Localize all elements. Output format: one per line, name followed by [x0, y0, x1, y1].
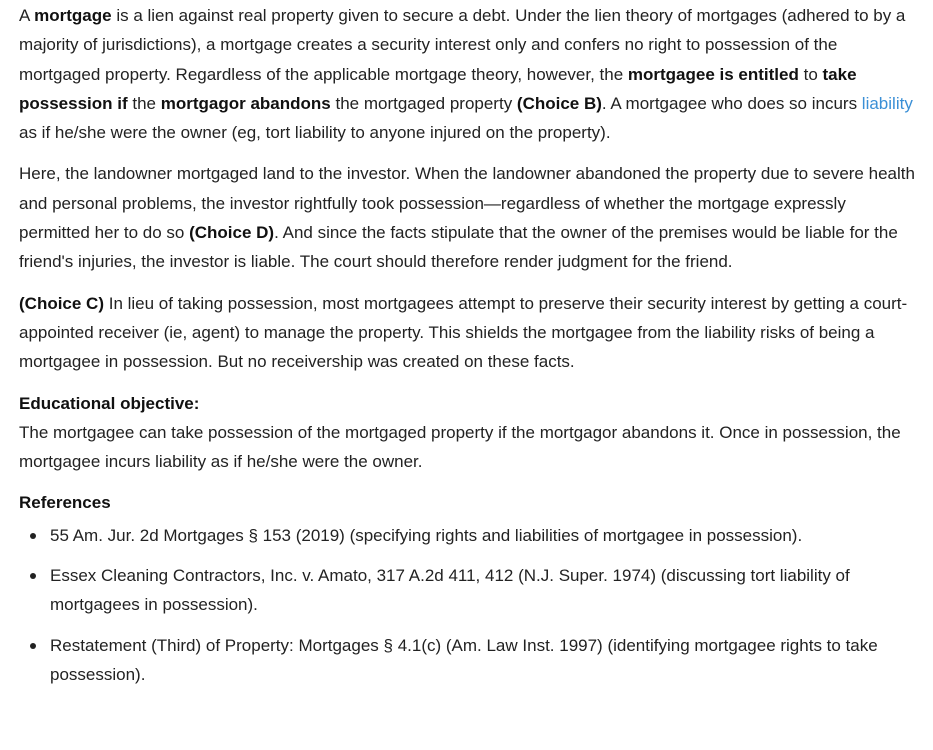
text-segment: to [798, 64, 823, 84]
explanation-paragraph-3: (Choice C) In lieu of taking possession,… [19, 289, 919, 377]
bold-term-mortgage: mortgage [34, 6, 112, 25]
text-segment: . A mortgagee who does so incurs [601, 93, 862, 113]
explanation-content: A mortgage is a lien against real proper… [19, 1, 919, 700]
explanation-paragraph-1: A mortgage is a lien against real proper… [19, 1, 919, 147]
choice-c-reference: (Choice C) [19, 293, 104, 313]
text-segment: In lieu of taking possession, most mortg… [19, 293, 908, 372]
educational-objective: Educational objective: The mortgagee can… [19, 389, 919, 477]
bold-term-mortgagee-entitled: mortgagee is entitled [627, 64, 799, 84]
reference-item: Essex Cleaning Contractors, Inc. v. Amat… [30, 561, 919, 620]
text-segment: the [127, 93, 161, 113]
references-list: 55 Am. Jur. 2d Mortgages § 153 (2019) (s… [19, 521, 919, 689]
liability-link[interactable]: liability [862, 94, 913, 113]
text-segment: A [19, 6, 35, 25]
text-segment: as if he/she were the owner (eg, tort li… [19, 123, 611, 143]
reference-item: 55 Am. Jur. 2d Mortgages § 153 (2019) (s… [30, 521, 919, 550]
references-title: References [19, 493, 111, 513]
choice-d-reference: (Choice D) [189, 223, 275, 243]
bold-term-mortgagor-abandons: mortgagor abandons [160, 93, 331, 113]
explanation-paragraph-2: Here, the landowner mortgaged land to th… [19, 159, 919, 276]
educational-objective-text: The mortgagee can take possession of the… [19, 422, 901, 472]
references-section: References 55 Am. Jur. 2d Mortgages § 15… [19, 488, 919, 689]
choice-b-reference: (Choice B) [516, 93, 602, 113]
text-segment: the mortgaged property [330, 93, 517, 113]
educational-objective-title: Educational objective: [19, 393, 200, 413]
reference-item: Restatement (Third) of Property: Mortgag… [30, 631, 919, 690]
